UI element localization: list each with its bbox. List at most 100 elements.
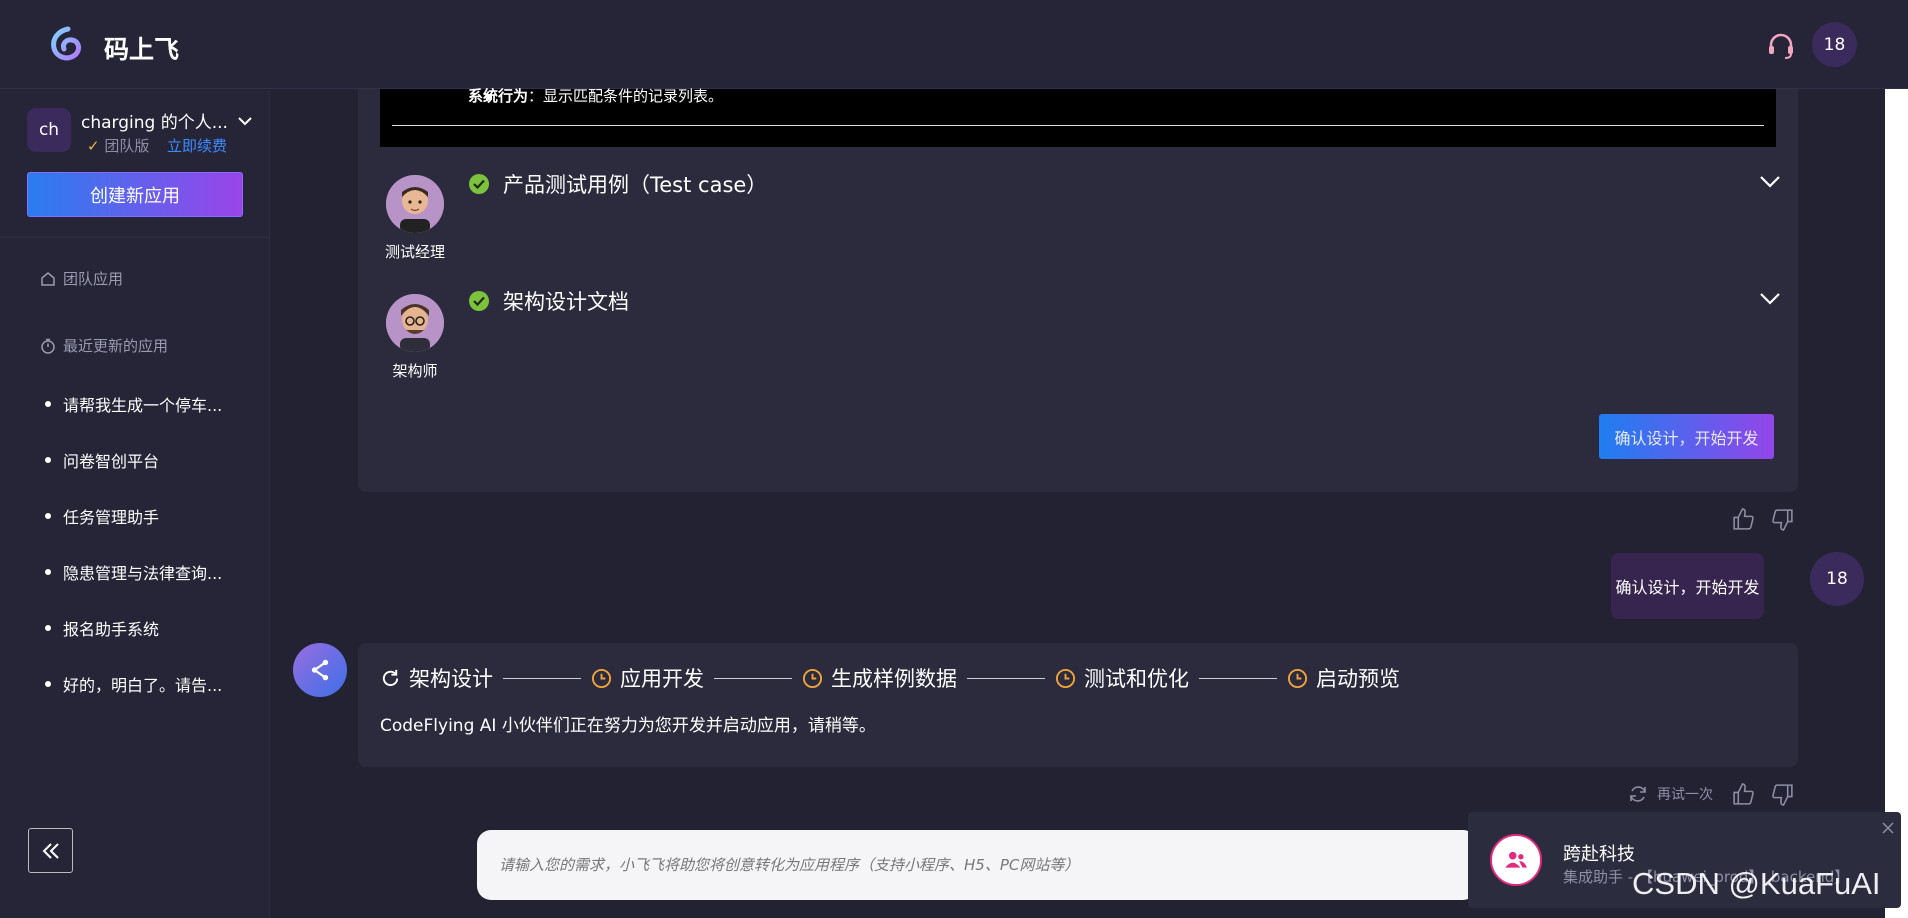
- recent-app-item[interactable]: 请帮我生成一个停车...: [45, 392, 222, 416]
- step-preview: 启动预览: [1287, 663, 1400, 693]
- clock-icon: [1055, 668, 1076, 688]
- clock-icon: [802, 668, 823, 688]
- recent-app-item[interactable]: 报名助手系统: [45, 616, 159, 640]
- team-apps-label: 团队应用: [63, 270, 124, 288]
- check-circle-icon: [469, 291, 489, 311]
- bullet-icon: [45, 401, 51, 407]
- divider: [392, 125, 1764, 126]
- step-connector: [967, 677, 1045, 679]
- brand-name: 码上飞: [104, 35, 180, 64]
- team-avatar[interactable]: ch: [27, 108, 71, 152]
- step-architecture: 架构设计: [380, 663, 493, 693]
- recent-apps-label: 最近更新的应用: [63, 337, 169, 355]
- team-name[interactable]: charging 的个人...: [81, 108, 228, 133]
- retry-button[interactable]: 再试一次: [1627, 783, 1713, 805]
- recent-app-label: 好的，明白了。请告...: [63, 676, 223, 695]
- users-icon: [1490, 834, 1542, 886]
- recent-app-item[interactable]: 问卷智创平台: [45, 448, 159, 472]
- architect-avatar: [386, 294, 444, 352]
- double-chevron-left-icon: [42, 842, 59, 859]
- close-icon[interactable]: [1880, 820, 1896, 836]
- progress-steps: 架构设计 应用开发 生成样例数据 测试和优化 启动预览: [380, 663, 1400, 693]
- watermark: CSDN @KuaFuAI: [1632, 866, 1881, 901]
- test-manager-avatar: [386, 175, 444, 233]
- timer-icon: [41, 338, 55, 354]
- feedback-actions: [1731, 507, 1795, 532]
- step-connector: [1199, 677, 1277, 679]
- edition-badge-icon: ✓: [87, 137, 100, 155]
- bullet-icon: [45, 513, 51, 519]
- recent-app-label: 隐患管理与法律查询...: [63, 564, 223, 583]
- recent-app-item[interactable]: 任务管理助手: [45, 504, 159, 528]
- doc-row-test-case[interactable]: 产品测试用例（Test case）: [468, 169, 767, 199]
- doc-row-architecture[interactable]: 架构设计文档: [468, 286, 629, 316]
- thumbs-up-icon[interactable]: [1731, 507, 1756, 532]
- clock-icon: [1287, 668, 1308, 688]
- feedback-actions: [1731, 782, 1795, 807]
- step-label: 启动预览: [1316, 667, 1400, 691]
- share-icon: [311, 659, 329, 681]
- thumbs-down-icon[interactable]: [1770, 507, 1795, 532]
- bullet-icon: [45, 569, 51, 575]
- recent-apps-section: 最近更新的应用: [39, 335, 168, 356]
- status-message: CodeFlying AI 小伙伴们正在努力为您开发并启动应用，请稍等。: [380, 716, 876, 736]
- team-apps-section[interactable]: 团队应用: [39, 268, 123, 289]
- home-icon: [41, 271, 55, 286]
- thumbs-down-icon[interactable]: [1770, 782, 1795, 807]
- app-header: 码上飞 18: [0, 0, 1908, 89]
- step-label: 架构设计: [409, 667, 493, 691]
- thumbs-up-icon[interactable]: [1731, 782, 1756, 807]
- bullet-icon: [45, 457, 51, 463]
- step-sample-data: 生成样例数据: [802, 663, 957, 693]
- prompt-input-container: [477, 830, 1477, 900]
- create-app-button[interactable]: 创建新应用: [27, 172, 243, 217]
- bot-avatar: [293, 643, 347, 697]
- step-label: 测试和优化: [1084, 667, 1189, 691]
- role-architect: 架构师: [380, 294, 450, 381]
- progress-card: 架构设计 应用开发 生成样例数据 测试和优化 启动预览 CodeFlying A…: [358, 643, 1798, 767]
- recent-app-item[interactable]: 好的，明白了。请告...: [45, 672, 222, 696]
- bullet-icon: [45, 681, 51, 687]
- recent-app-label: 任务管理助手: [63, 508, 160, 527]
- scrollbar[interactable]: [1885, 89, 1908, 918]
- logo-icon[interactable]: [48, 26, 84, 62]
- retry-icon: [1630, 786, 1646, 802]
- doc-title: 架构设计文档: [503, 290, 629, 314]
- recent-app-item[interactable]: 隐患管理与法律查询...: [45, 560, 222, 584]
- step-testing: 测试和优化: [1055, 663, 1189, 693]
- team-edition: ✓ 团队版: [87, 135, 149, 156]
- role-name: 测试经理: [384, 243, 445, 261]
- role-name: 架构师: [392, 362, 438, 380]
- customer-service-icon[interactable]: [1765, 30, 1797, 62]
- bullet-icon: [45, 625, 51, 631]
- prompt-input[interactable]: [499, 856, 1459, 874]
- recent-app-label: 问卷智创平台: [63, 452, 160, 471]
- user-avatar[interactable]: 18: [1812, 22, 1857, 67]
- role-test-manager: 测试经理: [380, 175, 450, 262]
- doc-snippet-bold: 系统行为: [468, 87, 529, 105]
- renew-link[interactable]: 立即续费: [167, 135, 227, 156]
- user-message-avatar: 18: [1810, 552, 1864, 606]
- check-circle-icon: [469, 174, 489, 194]
- recent-app-label: 请帮我生成一个停车...: [63, 396, 223, 415]
- chevron-down-icon[interactable]: [236, 112, 254, 130]
- collapse-sidebar-button[interactable]: [28, 828, 73, 873]
- doc-snippet-text: ：显示匹配条件的记录列表。: [528, 87, 724, 105]
- toast-title: 跨赴科技: [1563, 844, 1635, 865]
- retry-label: 再试一次: [1657, 787, 1713, 803]
- step-connector: [503, 677, 581, 679]
- doc-title: 产品测试用例（Test case）: [503, 173, 768, 197]
- confirm-design-button[interactable]: 确认设计，开始开发: [1599, 414, 1774, 459]
- step-label: 应用开发: [620, 667, 704, 691]
- user-message: 确认设计，开始开发: [1611, 553, 1764, 619]
- sidebar: ch charging 的个人... ✓ 团队版 立即续费 创建新应用 团队应用…: [0, 90, 270, 918]
- step-label: 生成样例数据: [831, 667, 957, 691]
- doc-snippet: 系统行为：显示匹配条件的记录列表。: [468, 85, 723, 106]
- chevron-down-icon[interactable]: [1756, 284, 1784, 312]
- edition-label: 团队版: [104, 137, 150, 155]
- refresh-icon: [382, 669, 399, 686]
- recent-app-label: 报名助手系统: [63, 620, 160, 639]
- chevron-down-icon[interactable]: [1756, 167, 1784, 195]
- step-development: 应用开发: [591, 663, 704, 693]
- doc-preview: 系统行为：显示匹配条件的记录列表。: [380, 87, 1776, 147]
